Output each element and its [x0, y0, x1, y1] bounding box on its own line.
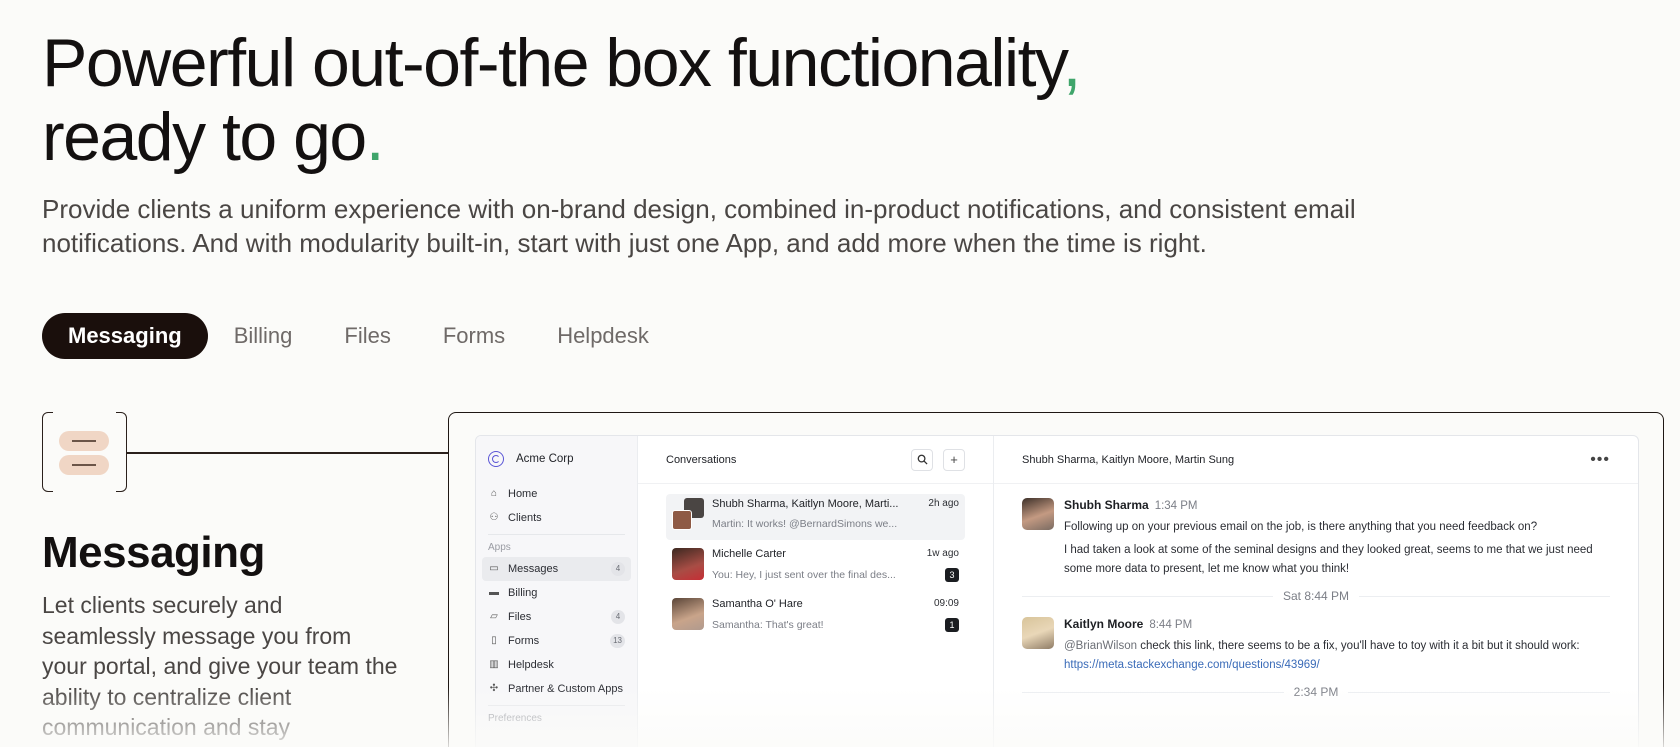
- message: Kaitlyn Moore 8:44 PM @BrianWilson check …: [994, 603, 1638, 675]
- users-icon: ⚇: [489, 512, 499, 523]
- sidebar-item-label: Partner & Custom Apps: [508, 683, 623, 695]
- sidebar-item-label: Helpdesk: [508, 659, 554, 671]
- message-author: Kaitlyn Moore: [1064, 617, 1144, 631]
- conversation-time: 1w ago: [926, 548, 959, 559]
- tab-helpdesk[interactable]: Helpdesk: [531, 313, 675, 359]
- user-mention[interactable]: @BrianWilson: [1064, 640, 1137, 652]
- app-preview-frame: Acme Corp ⌂ Home ⚇ Clients Apps ▭ Messag…: [448, 412, 1664, 747]
- messages-badge: 4: [611, 562, 625, 576]
- more-options-icon[interactable]: •••: [1590, 451, 1610, 469]
- forms-badge: 13: [610, 634, 625, 648]
- feature-description: Let clients securely and seamlessly mess…: [42, 592, 398, 740]
- avatar: [672, 548, 704, 580]
- tab-forms[interactable]: Forms: [417, 313, 531, 359]
- group-avatar: [672, 498, 704, 530]
- conversations-header: Conversations +: [638, 436, 993, 484]
- hero-subtitle: Provide clients a uniform experience wit…: [42, 194, 1356, 258]
- app-window: Acme Corp ⌂ Home ⚇ Clients Apps ▭ Messag…: [475, 435, 1639, 747]
- date-divider-label: Sat 8:44 PM: [1282, 589, 1350, 603]
- conversation-time: 09:09: [933, 598, 959, 609]
- conversations-panel: Conversations + Shubh Sharma, Kaitlyn Mo…: [638, 436, 994, 747]
- billing-icon: ▬: [489, 587, 499, 598]
- message-text: I had taken a look at some of the semina…: [1064, 544, 1593, 575]
- conversation-item[interactable]: Michelle Carter 1w ago You: Hey, I just …: [666, 544, 965, 590]
- feature-title: Messaging: [42, 528, 265, 577]
- date-divider-label: 2:34 PM: [1293, 685, 1339, 699]
- sidebar-item-messages[interactable]: ▭ Messages 4: [482, 557, 631, 581]
- message-link[interactable]: https://meta.stackexchange.com/questions…: [1064, 659, 1320, 671]
- conversation-item[interactable]: Shubh Sharma, Kaitlyn Moore, Marti... 2h…: [666, 494, 965, 540]
- thread-title: Shubh Sharma, Kaitlyn Moore, Martin Sung: [1022, 453, 1235, 466]
- sidebar-item-partner-apps[interactable]: ✣ Partner & Custom Apps: [482, 677, 631, 701]
- message-time: 8:44 PM: [1149, 619, 1193, 631]
- date-divider: Sat 8:44 PM: [994, 579, 1638, 603]
- new-conversation-button[interactable]: +: [943, 448, 965, 471]
- sidebar-item-label: Forms: [508, 635, 540, 647]
- hero-title-line1: Powerful out-of-the box functionality: [42, 25, 1064, 101]
- puzzle-icon: ✣: [489, 683, 499, 694]
- feature-tabs: Messaging Billing Files Forms Helpdesk: [42, 313, 675, 359]
- home-icon: ⌂: [490, 488, 498, 499]
- org-name: Acme Corp: [516, 453, 574, 465]
- hero-title-line2: ready to go: [42, 99, 367, 175]
- hero-title-comma: ,: [1062, 25, 1081, 101]
- sidebar-item-home[interactable]: ⌂ Home: [482, 482, 631, 506]
- message-time: 1:34 PM: [1154, 500, 1198, 512]
- org-switcher[interactable]: Acme Corp: [476, 450, 637, 468]
- sidebar-section-apps: Apps: [488, 542, 511, 553]
- unread-count-badge: 1: [945, 618, 959, 632]
- sidebar-item-forms[interactable]: ▯ Forms 13: [482, 629, 631, 653]
- sidebar-item-label: Messages: [508, 563, 559, 575]
- plus-icon: +: [950, 452, 958, 467]
- messaging-feature-icon: [42, 411, 127, 493]
- message-thread: Shubh Sharma, Kaitlyn Moore, Martin Sung…: [994, 436, 1638, 747]
- form-icon: ▯: [491, 635, 497, 646]
- connector-line: [127, 452, 449, 454]
- hero-title: Powerful out-of-the box functionality, re…: [42, 25, 1081, 175]
- sidebar-item-helpdesk[interactable]: ▥ Helpdesk: [482, 653, 631, 677]
- date-divider: 2:34 PM: [994, 675, 1638, 699]
- folder-icon: ▱: [490, 611, 498, 622]
- sidebar-item-billing[interactable]: ▬ Billing: [482, 581, 631, 605]
- search-icon: [917, 454, 928, 465]
- message: Shubh Sharma 1:34 PM Following up on your…: [994, 484, 1638, 579]
- thread-header: Shubh Sharma, Kaitlyn Moore, Martin Sung…: [994, 436, 1638, 484]
- sidebar-section-preferences: Preferences: [488, 713, 542, 724]
- message-text: Following up on your previous email on t…: [1064, 521, 1538, 533]
- files-badge: 4: [611, 610, 625, 624]
- conversation-preview: You: Hey, I just sent over the final des…: [712, 569, 896, 581]
- tab-files[interactable]: Files: [318, 313, 416, 359]
- avatar: [1022, 617, 1054, 649]
- sidebar-item-label: Home: [508, 488, 538, 500]
- unread-count-badge: 3: [945, 568, 959, 582]
- avatar: [672, 598, 704, 630]
- conversation-preview: Samantha: That's great!: [712, 619, 824, 631]
- hero-title-period: .: [365, 99, 385, 175]
- conversation-time: 2h ago: [928, 498, 959, 509]
- conversation-name: Shubh Sharma, Kaitlyn Moore, Marti...: [712, 498, 899, 510]
- sidebar-item-clients[interactable]: ⚇ Clients: [482, 506, 631, 530]
- sidebar-item-label: Clients: [508, 512, 542, 524]
- message-body: check this link, there seems to be a fix…: [1137, 640, 1580, 652]
- org-logo-icon: [488, 451, 504, 467]
- conversation-preview: Martin: It works! @BernardSimons we...: [712, 518, 898, 530]
- sidebar-divider: [488, 705, 625, 706]
- sidebar-item-label: Billing: [508, 587, 538, 599]
- message-author: Shubh Sharma: [1064, 498, 1149, 512]
- message-icon: ▭: [489, 563, 499, 574]
- sidebar-item-label: Files: [508, 611, 532, 623]
- book-icon: ▥: [489, 659, 499, 670]
- avatar: [1022, 498, 1054, 530]
- sidebar: Acme Corp ⌂ Home ⚇ Clients Apps ▭ Messag…: [476, 436, 638, 747]
- tab-billing[interactable]: Billing: [208, 313, 319, 359]
- conversations-title: Conversations: [666, 453, 737, 466]
- conversation-name: Samantha O' Hare: [712, 598, 803, 610]
- sidebar-item-files[interactable]: ▱ Files 4: [482, 605, 631, 629]
- search-button[interactable]: [911, 448, 933, 471]
- sidebar-divider: [488, 534, 625, 535]
- tab-messaging[interactable]: Messaging: [42, 313, 208, 359]
- conversation-item[interactable]: Samantha O' Hare 09:09 Samantha: That's …: [666, 594, 965, 640]
- conversation-name: Michelle Carter: [712, 548, 786, 560]
- message-text: @BrianWilson check this link, there seem…: [1064, 637, 1610, 675]
